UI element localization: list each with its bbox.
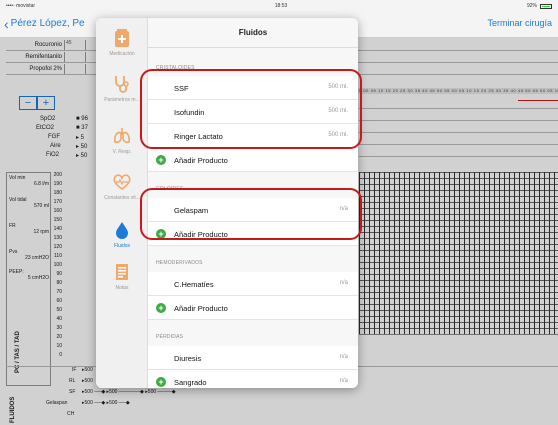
finish-surgery-button[interactable]: Terminar cirugía (487, 18, 552, 28)
section-header: HEMODERIVADOS (156, 260, 203, 266)
stethoscope-icon (115, 76, 129, 93)
back-label: Pérez López, Pe (10, 18, 85, 29)
highlight-crystalloids (140, 69, 362, 149)
status-right: 92% (527, 3, 552, 9)
list-item[interactable]: Diuresis n/a (148, 346, 358, 370)
plus-circle-icon: + (156, 155, 166, 165)
battery-percent: 92% (526, 3, 537, 9)
popover-title: Fluidos (148, 18, 358, 48)
tab-label: Fluidos (113, 243, 131, 249)
item-value: n/a (339, 280, 348, 286)
highlight-colloids (140, 188, 362, 240)
clock: 18:53 (274, 3, 288, 9)
tab-label: Medicación (109, 51, 135, 57)
list-item[interactable]: C.Hematíes n/a (148, 272, 358, 296)
plus-circle-icon: + (156, 303, 166, 313)
back-button[interactable]: ‹ Pérez López, Pe (4, 15, 85, 32)
notes-icon (116, 264, 128, 280)
drop-icon (116, 222, 128, 239)
chevron-left-icon: ‹ (4, 15, 9, 32)
tab-notas[interactable]: Notas (96, 258, 148, 298)
tab-label: V. Resp. (112, 149, 132, 155)
medication-icon (115, 29, 129, 47)
battery-icon (540, 3, 552, 9)
item-value: n/a (339, 354, 348, 360)
add-product-label: Añadir Producto (174, 156, 228, 165)
item-name: Sangrado (174, 378, 207, 387)
heart-icon (113, 174, 131, 190)
section-header: PÉRDIDAS (156, 334, 184, 340)
status-bar: ••••◦ movistar 18:53 92% (0, 0, 558, 12)
add-product-button[interactable]: + Añadir Producto (148, 296, 358, 320)
item-value: n/a (339, 378, 348, 384)
lungs-icon (114, 128, 130, 144)
item-name: Diuresis (174, 354, 202, 363)
carrier-label: ••••◦ movistar (6, 3, 36, 9)
tab-label: Notas (115, 285, 129, 291)
add-product-button[interactable]: + Añadir Producto (148, 148, 358, 172)
tab-medicacion[interactable]: Medicación (96, 24, 148, 64)
list-item[interactable]: + Sangrado n/a (148, 370, 358, 388)
plus-circle-icon: + (156, 377, 166, 387)
item-name: C.Hematíes (174, 280, 214, 289)
add-product-label: Añadir Producto (174, 304, 228, 313)
